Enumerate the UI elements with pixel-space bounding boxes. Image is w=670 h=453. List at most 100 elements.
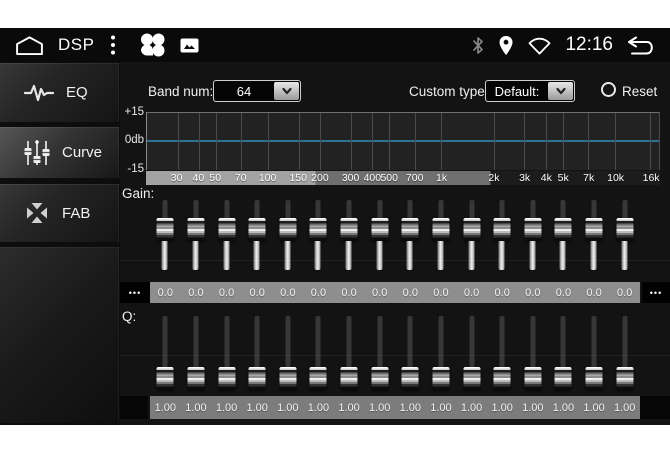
q-slider-handle[interactable] [218, 367, 235, 390]
sidebar-item-label: EQ [66, 84, 88, 101]
q-slider[interactable] [371, 316, 388, 390]
gain-slider-track [468, 241, 474, 270]
gain-slider-handle[interactable] [157, 218, 174, 241]
q-slider[interactable] [432, 316, 449, 390]
gain-slider-handle[interactable] [586, 218, 603, 241]
divider [120, 260, 670, 261]
q-slider[interactable] [310, 316, 327, 390]
q-slider-handle[interactable] [279, 367, 296, 390]
q-value: 1.00 [242, 402, 273, 414]
q-slider-handle[interactable] [157, 367, 174, 390]
freq-tick-label: 40 [193, 172, 205, 184]
chevron-down-icon[interactable] [274, 82, 299, 100]
q-slider-handle[interactable] [341, 367, 358, 390]
q-slider-handle[interactable] [555, 367, 572, 390]
gain-slider-handle[interactable] [187, 218, 204, 241]
q-slider[interactable] [341, 316, 358, 390]
apps-clover-icon[interactable] [139, 32, 166, 58]
freq-tick-label: 10k [607, 172, 624, 184]
gain-slider-handle[interactable] [249, 218, 266, 241]
gain-slider-handle[interactable] [218, 218, 235, 241]
q-slider-handle[interactable] [586, 367, 603, 390]
q-slider[interactable] [402, 316, 419, 390]
gain-slider-handle[interactable] [402, 218, 419, 241]
q-slider-handle[interactable] [310, 367, 327, 390]
q-slider-handle[interactable] [249, 367, 266, 390]
gain-scroll-right-button[interactable]: ••• [642, 282, 670, 303]
q-slider[interactable] [616, 316, 633, 390]
gain-slider-track [347, 200, 352, 218]
reset-radio-button[interactable] [601, 82, 616, 97]
y-axis-label: 0db [110, 134, 144, 146]
freq-tick-label: 700 [406, 172, 424, 184]
sidebar-item-fab[interactable]: FAB [0, 184, 119, 242]
q-slider-handle[interactable] [432, 367, 449, 390]
dsp-screen: DSP 12:16 [0, 28, 670, 425]
gain-slider-handle[interactable] [279, 218, 296, 241]
q-slider[interactable] [463, 316, 480, 390]
gain-slider-handle[interactable] [371, 218, 388, 241]
q-slider[interactable] [218, 316, 235, 390]
grid-line [524, 113, 525, 170]
sidebar-item-eq[interactable]: EQ [0, 63, 119, 122]
chevron-down-icon[interactable] [548, 82, 573, 100]
q-slider-handle[interactable] [187, 367, 204, 390]
q-slider-slot [242, 316, 273, 390]
q-slider[interactable] [524, 316, 541, 390]
sidebar-item-curve[interactable]: Curve [0, 127, 119, 178]
band-num-value: 64 [214, 84, 274, 99]
gain-slider-track [622, 200, 627, 218]
grid-line [415, 113, 416, 170]
gain-value: 0.0 [242, 287, 273, 299]
gain-slider-handle[interactable] [555, 218, 572, 241]
q-slider-handle[interactable] [494, 367, 511, 390]
gain-slider-handle[interactable] [494, 218, 511, 241]
gain-slider-handle[interactable] [463, 218, 480, 241]
q-slider[interactable] [494, 316, 511, 390]
freq-tick-label: 2k [488, 172, 499, 184]
q-slider[interactable] [586, 316, 603, 390]
q-slider-track [316, 316, 321, 367]
q-slider-handle[interactable] [616, 367, 633, 390]
q-slider[interactable] [157, 316, 174, 390]
q-slider-handle[interactable] [524, 367, 541, 390]
q-slider-handle[interactable] [402, 367, 419, 390]
q-slider-slot [609, 316, 640, 390]
q-slider-track [193, 316, 198, 367]
q-slider-handle[interactable] [371, 367, 388, 390]
gain-slider-track [346, 241, 352, 270]
grid-line [441, 113, 442, 170]
q-slider[interactable] [187, 316, 204, 390]
q-slider[interactable] [279, 316, 296, 390]
gain-scroll-left-button[interactable]: ••• [120, 282, 150, 303]
grid-line [588, 113, 589, 170]
gain-value: 0.0 [211, 287, 242, 299]
gain-slider-handle[interactable] [616, 218, 633, 241]
q-slider[interactable] [249, 316, 266, 390]
q-values-row: 1.001.001.001.001.001.001.001.001.001.00… [150, 396, 640, 419]
sidebar-item-label: Curve [62, 144, 102, 161]
q-slider-slot [579, 316, 610, 390]
q-value: 1.00 [273, 402, 304, 414]
overflow-menu-icon[interactable] [109, 34, 117, 56]
gain-slider-track [192, 241, 198, 270]
gain-slider-handle[interactable] [341, 218, 358, 241]
grid-line [199, 113, 200, 170]
sidebar-item-label: FAB [62, 205, 90, 222]
gain-slider-handle[interactable] [524, 218, 541, 241]
fab-arrows-icon [24, 200, 50, 226]
gallery-icon[interactable] [180, 38, 199, 53]
gain-slider-handle[interactable] [432, 218, 449, 241]
q-slider[interactable] [555, 316, 572, 390]
q-slider-slot [150, 316, 181, 390]
custom-type-dropdown[interactable]: Default: [485, 80, 575, 102]
q-slider-slot [181, 316, 212, 390]
grid-line [351, 113, 352, 170]
q-slider-handle[interactable] [463, 367, 480, 390]
home-icon[interactable] [14, 35, 45, 56]
grid-line [241, 113, 242, 170]
band-num-dropdown[interactable]: 64 [213, 80, 301, 102]
back-return-icon[interactable] [626, 35, 656, 56]
bluetooth-icon [471, 36, 485, 55]
gain-slider-handle[interactable] [310, 218, 327, 241]
